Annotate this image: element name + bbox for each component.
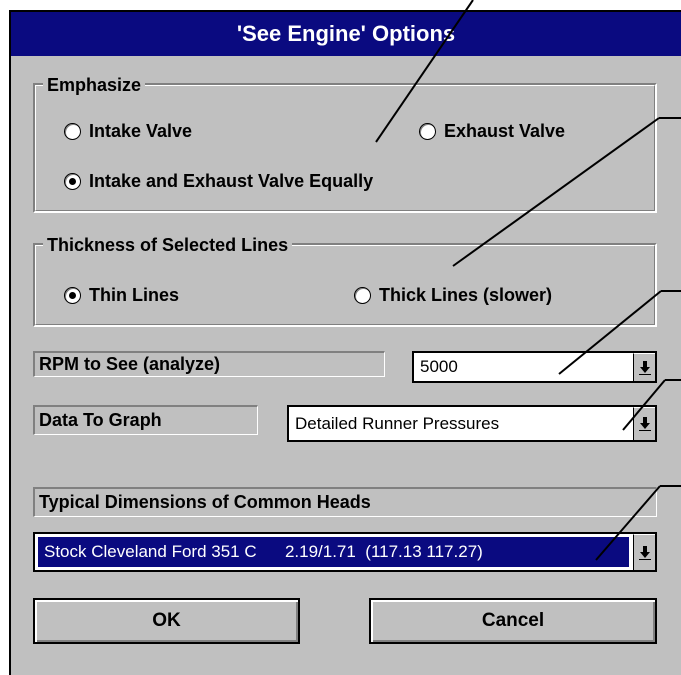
callout-line-rpm bbox=[558, 290, 662, 375]
callout-line-graph bbox=[622, 379, 666, 431]
callout-line-heads bbox=[595, 485, 661, 561]
callout-line-thickness bbox=[452, 117, 660, 267]
callout-line-emphasize bbox=[375, 0, 474, 143]
annotation-lines bbox=[375, 0, 681, 561]
